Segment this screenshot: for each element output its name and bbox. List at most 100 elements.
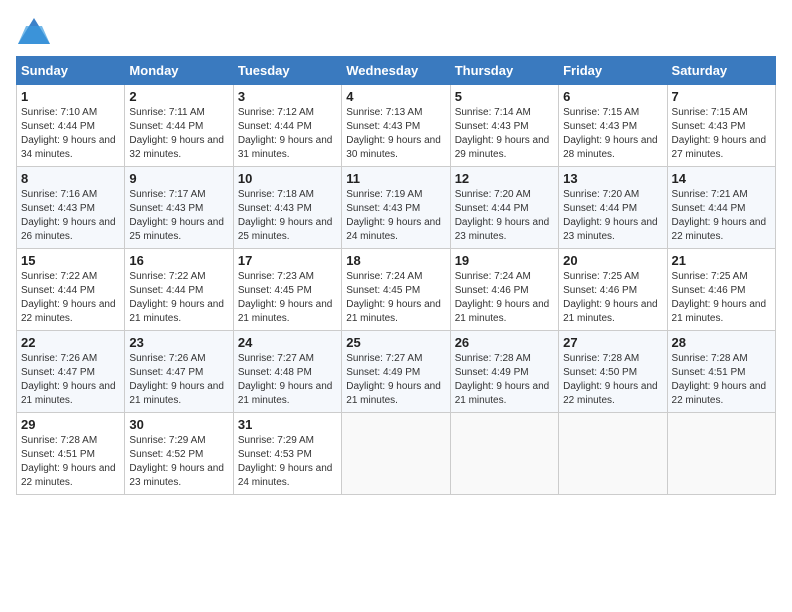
day-info: Sunrise: 7:14 AMSunset: 4:43 PMDaylight:…	[455, 107, 550, 160]
table-row: 9 Sunrise: 7:17 AMSunset: 4:43 PMDayligh…	[125, 167, 233, 249]
table-row: 3 Sunrise: 7:12 AMSunset: 4:44 PMDayligh…	[233, 85, 341, 167]
day-info: Sunrise: 7:10 AMSunset: 4:44 PMDaylight:…	[21, 107, 116, 160]
day-number: 1	[21, 89, 120, 104]
day-number: 18	[346, 253, 445, 268]
table-row: 15 Sunrise: 7:22 AMSunset: 4:44 PMDaylig…	[17, 249, 125, 331]
day-info: Sunrise: 7:23 AMSunset: 4:45 PMDaylight:…	[238, 271, 333, 324]
logo-icon	[16, 16, 52, 46]
table-row: 5 Sunrise: 7:14 AMSunset: 4:43 PMDayligh…	[450, 85, 558, 167]
col-tuesday: Tuesday	[233, 57, 341, 85]
table-row: 25 Sunrise: 7:27 AMSunset: 4:49 PMDaylig…	[342, 331, 450, 413]
day-number: 12	[455, 171, 554, 186]
day-number: 15	[21, 253, 120, 268]
day-info: Sunrise: 7:11 AMSunset: 4:44 PMDaylight:…	[129, 107, 224, 160]
day-info: Sunrise: 7:24 AMSunset: 4:45 PMDaylight:…	[346, 271, 441, 324]
table-row: 31 Sunrise: 7:29 AMSunset: 4:53 PMDaylig…	[233, 413, 341, 495]
day-number: 28	[672, 335, 771, 350]
day-number: 20	[563, 253, 662, 268]
col-thursday: Thursday	[450, 57, 558, 85]
day-info: Sunrise: 7:12 AMSunset: 4:44 PMDaylight:…	[238, 107, 333, 160]
page-header	[16, 16, 776, 46]
table-row: 30 Sunrise: 7:29 AMSunset: 4:52 PMDaylig…	[125, 413, 233, 495]
logo	[16, 16, 56, 46]
calendar-body: 1 Sunrise: 7:10 AMSunset: 4:44 PMDayligh…	[17, 85, 776, 495]
calendar-week-2: 8 Sunrise: 7:16 AMSunset: 4:43 PMDayligh…	[17, 167, 776, 249]
day-number: 3	[238, 89, 337, 104]
day-info: Sunrise: 7:24 AMSunset: 4:46 PMDaylight:…	[455, 271, 550, 324]
table-row	[559, 413, 667, 495]
day-number: 27	[563, 335, 662, 350]
day-number: 19	[455, 253, 554, 268]
day-info: Sunrise: 7:28 AMSunset: 4:51 PMDaylight:…	[21, 435, 116, 488]
table-row: 7 Sunrise: 7:15 AMSunset: 4:43 PMDayligh…	[667, 85, 775, 167]
day-number: 11	[346, 171, 445, 186]
table-row: 16 Sunrise: 7:22 AMSunset: 4:44 PMDaylig…	[125, 249, 233, 331]
table-row: 8 Sunrise: 7:16 AMSunset: 4:43 PMDayligh…	[17, 167, 125, 249]
day-number: 14	[672, 171, 771, 186]
table-row: 6 Sunrise: 7:15 AMSunset: 4:43 PMDayligh…	[559, 85, 667, 167]
table-row: 11 Sunrise: 7:19 AMSunset: 4:43 PMDaylig…	[342, 167, 450, 249]
table-row: 20 Sunrise: 7:25 AMSunset: 4:46 PMDaylig…	[559, 249, 667, 331]
table-row: 21 Sunrise: 7:25 AMSunset: 4:46 PMDaylig…	[667, 249, 775, 331]
day-info: Sunrise: 7:26 AMSunset: 4:47 PMDaylight:…	[129, 353, 224, 406]
day-info: Sunrise: 7:20 AMSunset: 4:44 PMDaylight:…	[455, 189, 550, 242]
day-number: 5	[455, 89, 554, 104]
day-info: Sunrise: 7:28 AMSunset: 4:51 PMDaylight:…	[672, 353, 767, 406]
day-info: Sunrise: 7:22 AMSunset: 4:44 PMDaylight:…	[21, 271, 116, 324]
day-number: 25	[346, 335, 445, 350]
col-monday: Monday	[125, 57, 233, 85]
day-number: 17	[238, 253, 337, 268]
day-info: Sunrise: 7:13 AMSunset: 4:43 PMDaylight:…	[346, 107, 441, 160]
day-info: Sunrise: 7:26 AMSunset: 4:47 PMDaylight:…	[21, 353, 116, 406]
day-info: Sunrise: 7:28 AMSunset: 4:50 PMDaylight:…	[563, 353, 658, 406]
day-info: Sunrise: 7:15 AMSunset: 4:43 PMDaylight:…	[563, 107, 658, 160]
day-info: Sunrise: 7:15 AMSunset: 4:43 PMDaylight:…	[672, 107, 767, 160]
table-row: 12 Sunrise: 7:20 AMSunset: 4:44 PMDaylig…	[450, 167, 558, 249]
day-number: 10	[238, 171, 337, 186]
table-row: 18 Sunrise: 7:24 AMSunset: 4:45 PMDaylig…	[342, 249, 450, 331]
day-info: Sunrise: 7:28 AMSunset: 4:49 PMDaylight:…	[455, 353, 550, 406]
day-number: 2	[129, 89, 228, 104]
day-info: Sunrise: 7:20 AMSunset: 4:44 PMDaylight:…	[563, 189, 658, 242]
day-info: Sunrise: 7:16 AMSunset: 4:43 PMDaylight:…	[21, 189, 116, 242]
day-number: 4	[346, 89, 445, 104]
table-row: 2 Sunrise: 7:11 AMSunset: 4:44 PMDayligh…	[125, 85, 233, 167]
day-number: 29	[21, 417, 120, 432]
day-number: 9	[129, 171, 228, 186]
table-row: 23 Sunrise: 7:26 AMSunset: 4:47 PMDaylig…	[125, 331, 233, 413]
table-row: 26 Sunrise: 7:28 AMSunset: 4:49 PMDaylig…	[450, 331, 558, 413]
table-row: 19 Sunrise: 7:24 AMSunset: 4:46 PMDaylig…	[450, 249, 558, 331]
day-number: 6	[563, 89, 662, 104]
day-number: 23	[129, 335, 228, 350]
day-number: 30	[129, 417, 228, 432]
day-info: Sunrise: 7:27 AMSunset: 4:48 PMDaylight:…	[238, 353, 333, 406]
col-saturday: Saturday	[667, 57, 775, 85]
table-row: 27 Sunrise: 7:28 AMSunset: 4:50 PMDaylig…	[559, 331, 667, 413]
calendar-week-1: 1 Sunrise: 7:10 AMSunset: 4:44 PMDayligh…	[17, 85, 776, 167]
table-row: 14 Sunrise: 7:21 AMSunset: 4:44 PMDaylig…	[667, 167, 775, 249]
day-info: Sunrise: 7:25 AMSunset: 4:46 PMDaylight:…	[672, 271, 767, 324]
table-row	[667, 413, 775, 495]
calendar-table: Sunday Monday Tuesday Wednesday Thursday…	[16, 56, 776, 495]
col-wednesday: Wednesday	[342, 57, 450, 85]
day-number: 22	[21, 335, 120, 350]
table-row	[342, 413, 450, 495]
table-row: 28 Sunrise: 7:28 AMSunset: 4:51 PMDaylig…	[667, 331, 775, 413]
table-row: 17 Sunrise: 7:23 AMSunset: 4:45 PMDaylig…	[233, 249, 341, 331]
col-sunday: Sunday	[17, 57, 125, 85]
calendar-week-3: 15 Sunrise: 7:22 AMSunset: 4:44 PMDaylig…	[17, 249, 776, 331]
day-number: 16	[129, 253, 228, 268]
day-info: Sunrise: 7:22 AMSunset: 4:44 PMDaylight:…	[129, 271, 224, 324]
day-info: Sunrise: 7:21 AMSunset: 4:44 PMDaylight:…	[672, 189, 767, 242]
day-number: 26	[455, 335, 554, 350]
day-info: Sunrise: 7:29 AMSunset: 4:53 PMDaylight:…	[238, 435, 333, 488]
table-row: 13 Sunrise: 7:20 AMSunset: 4:44 PMDaylig…	[559, 167, 667, 249]
day-info: Sunrise: 7:25 AMSunset: 4:46 PMDaylight:…	[563, 271, 658, 324]
col-friday: Friday	[559, 57, 667, 85]
day-number: 13	[563, 171, 662, 186]
day-info: Sunrise: 7:17 AMSunset: 4:43 PMDaylight:…	[129, 189, 224, 242]
table-row: 24 Sunrise: 7:27 AMSunset: 4:48 PMDaylig…	[233, 331, 341, 413]
day-number: 24	[238, 335, 337, 350]
calendar-week-4: 22 Sunrise: 7:26 AMSunset: 4:47 PMDaylig…	[17, 331, 776, 413]
table-row: 4 Sunrise: 7:13 AMSunset: 4:43 PMDayligh…	[342, 85, 450, 167]
